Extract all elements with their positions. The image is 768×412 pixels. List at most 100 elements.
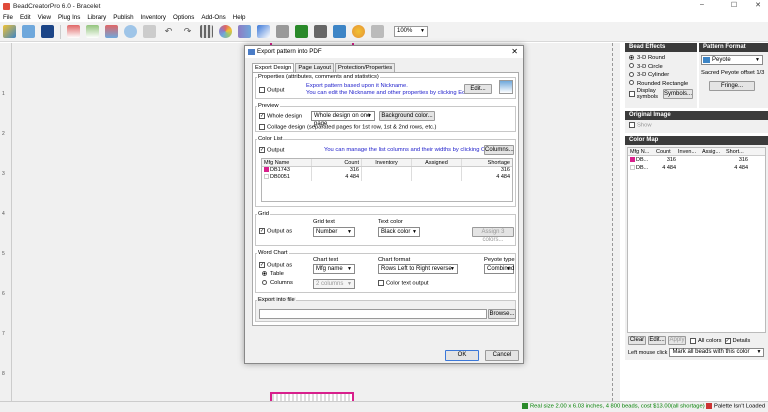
export-image-icon[interactable] bbox=[86, 25, 99, 38]
menu-addons[interactable]: Add-Ons bbox=[201, 14, 225, 21]
word-chart-output-checkbox[interactable]: ✓ bbox=[259, 262, 265, 268]
col-header[interactable]: Count bbox=[312, 159, 362, 166]
table-radio[interactable] bbox=[262, 271, 267, 276]
pattern-format-select[interactable]: Peyote ▼ bbox=[701, 55, 763, 65]
cancel-button[interactable]: Cancel bbox=[485, 350, 519, 361]
web-icon[interactable] bbox=[124, 25, 137, 38]
color-wheel-icon[interactable] bbox=[219, 25, 232, 38]
export-file-input[interactable] bbox=[259, 309, 487, 319]
colormap-col-header[interactable]: Short... bbox=[726, 148, 750, 155]
tab-page-layout[interactable]: Page Layout bbox=[295, 63, 334, 72]
bead-effect-option[interactable]: 3-D Round bbox=[629, 54, 693, 63]
redo-icon[interactable]: ↷ bbox=[181, 25, 194, 38]
color-list-output-checkbox[interactable]: ✓ bbox=[259, 147, 265, 153]
word-chart-group: Word Chart ✓ Output as Table Columns Char… bbox=[255, 250, 516, 293]
col-header[interactable]: Inventory bbox=[362, 159, 412, 166]
table-row[interactable]: DB... 4 484 4 484 bbox=[628, 164, 765, 172]
columns-count-select[interactable]: 2 columns ▼ bbox=[313, 279, 355, 289]
table-row[interactable]: DB1743 316 316 bbox=[262, 167, 512, 174]
grid-text-select[interactable]: Number ▼ bbox=[313, 227, 355, 237]
save-icon[interactable] bbox=[41, 25, 54, 38]
word-chart-output-label: Output as bbox=[267, 262, 293, 269]
tools-icon[interactable] bbox=[295, 25, 308, 38]
collage-checkbox[interactable] bbox=[259, 124, 265, 130]
colormap-col-header[interactable]: Count bbox=[656, 148, 678, 155]
chart-format-select[interactable]: Rows Left to Right reverse ▼ bbox=[378, 264, 458, 274]
properties-output-checkbox[interactable] bbox=[259, 87, 265, 93]
details-checkbox[interactable]: ✓ bbox=[724, 337, 731, 344]
menu-inventory[interactable]: Inventory bbox=[141, 14, 166, 21]
close-button[interactable]: ✕ bbox=[748, 1, 768, 9]
print-icon[interactable] bbox=[143, 25, 156, 38]
menu-library[interactable]: Library bbox=[87, 14, 106, 21]
chart-text-select[interactable]: Mfg name ▼ bbox=[313, 264, 355, 274]
dialog-close-icon[interactable]: ✕ bbox=[511, 46, 518, 58]
left-click-select[interactable]: Mark all beads with this color ▼ bbox=[669, 348, 765, 357]
columns-label: Columns bbox=[270, 280, 293, 287]
export-file-label: Export into file bbox=[257, 297, 296, 303]
background-color-button[interactable]: Background color... bbox=[379, 111, 435, 121]
properties-edit-button[interactable]: Edit... bbox=[464, 84, 492, 94]
minimize-button[interactable]: – bbox=[692, 1, 712, 8]
fringe-button[interactable]: Fringe... bbox=[709, 81, 755, 91]
clear-button[interactable]: Clear bbox=[628, 336, 646, 345]
colormap-col-header[interactable]: Assig... bbox=[702, 148, 726, 155]
peyote-type-select[interactable]: Combined ▼ bbox=[484, 264, 514, 274]
apply-button[interactable]: Apply bbox=[668, 336, 686, 345]
grid-output-checkbox[interactable]: ✓ bbox=[259, 228, 265, 234]
browse-button[interactable]: Browse... bbox=[488, 309, 516, 319]
bead-effect-option[interactable]: 3-D Cylinder bbox=[629, 71, 693, 80]
maximize-button[interactable]: ☐ bbox=[724, 1, 744, 9]
bead-effect-option[interactable]: 3-D Circle bbox=[629, 63, 693, 72]
whole-design-select[interactable]: Whole design on one page ▼ bbox=[311, 111, 375, 127]
menu-edit[interactable]: Edit bbox=[20, 14, 31, 21]
fill-icon[interactable] bbox=[257, 25, 270, 38]
text-color-select[interactable]: Black color ▼ bbox=[378, 227, 420, 237]
library-icon[interactable] bbox=[333, 25, 346, 38]
whole-design-checkbox[interactable]: ✓ bbox=[259, 113, 265, 119]
grid-icon[interactable] bbox=[200, 25, 213, 38]
title-bar: BeadCreatorPro 6.0 - Bracelet – ☐ ✕ bbox=[0, 0, 768, 12]
col-header[interactable]: Mfg Name bbox=[262, 159, 312, 166]
col-header[interactable]: Shortage bbox=[462, 159, 512, 166]
symbols-button[interactable]: Symbols... bbox=[663, 89, 693, 99]
publish-icon[interactable] bbox=[105, 25, 118, 38]
open-icon[interactable] bbox=[22, 25, 35, 38]
assign-colors-button[interactable]: Assign 3 colors... bbox=[472, 227, 514, 243]
table-row[interactable]: DB... 316 316 bbox=[628, 156, 765, 164]
zoom-select[interactable]: 100% ▼ bbox=[394, 26, 428, 37]
text-color-label: Text color bbox=[378, 219, 403, 225]
colormap-count: 316 bbox=[666, 157, 676, 163]
menu-plugins[interactable]: Plug Ins bbox=[58, 14, 80, 21]
colormap-col-header[interactable]: Mfg N... bbox=[628, 148, 656, 155]
menu-view[interactable]: View bbox=[38, 14, 51, 21]
columns-button[interactable]: Columns... bbox=[484, 145, 514, 155]
columns-radio[interactable] bbox=[262, 280, 267, 285]
col-header[interactable]: Assigned bbox=[412, 159, 462, 166]
undo-icon[interactable]: ↶ bbox=[162, 25, 175, 38]
show-original-checkbox[interactable] bbox=[629, 122, 635, 128]
settings-icon[interactable] bbox=[352, 25, 365, 38]
palette-icon[interactable] bbox=[238, 25, 251, 38]
menu-publish[interactable]: Publish bbox=[113, 14, 133, 21]
new-design-icon[interactable] bbox=[3, 25, 16, 38]
chart-format-value: Rows Left to Right reverse bbox=[381, 266, 452, 272]
ok-button[interactable]: OK bbox=[445, 350, 479, 361]
palette-warning-icon bbox=[706, 403, 712, 409]
zoom-icon[interactable] bbox=[371, 25, 384, 38]
color-text-checkbox[interactable] bbox=[378, 280, 384, 286]
camera-icon[interactable] bbox=[314, 25, 327, 38]
chevron-down-icon: ▼ bbox=[420, 28, 425, 34]
picture-icon[interactable] bbox=[276, 25, 289, 38]
display-symbols-checkbox[interactable] bbox=[629, 91, 635, 97]
table-row[interactable]: DB0051 4 484 4 484 bbox=[262, 174, 512, 181]
menu-options[interactable]: Options bbox=[173, 14, 194, 21]
all-colors-checkbox[interactable] bbox=[690, 337, 696, 344]
tab-protection-properties[interactable]: Protection/Properties bbox=[334, 63, 396, 72]
bead-effect-option[interactable]: Rounded Rectangle bbox=[629, 80, 693, 89]
menu-help[interactable]: Help bbox=[233, 14, 246, 21]
edit-color-button[interactable]: Edit... bbox=[648, 336, 666, 345]
menu-file[interactable]: File bbox=[3, 14, 13, 21]
export-pdf-icon[interactable] bbox=[67, 25, 80, 38]
colormap-col-header[interactable]: Inven... bbox=[678, 148, 702, 155]
